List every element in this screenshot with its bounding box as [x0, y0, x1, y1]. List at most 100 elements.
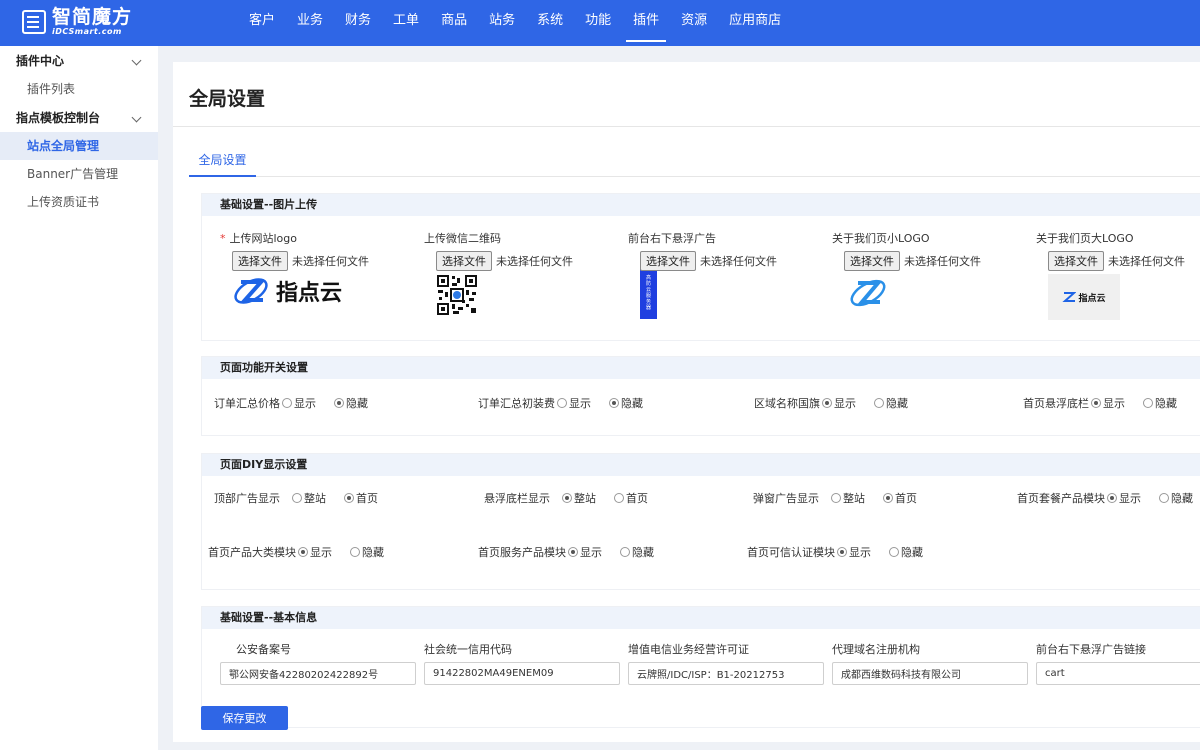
upload-about-small-logo: 关于我们页小LOGO 选择文件 未选择任何文件 [832, 230, 1022, 315]
qr-code-icon [436, 274, 478, 316]
radio-dot [831, 493, 841, 503]
field-credit-code: 社会统一信用代码 [424, 641, 620, 685]
radio-show[interactable]: 显示 [282, 395, 316, 411]
credit-code-input[interactable] [424, 662, 620, 685]
radio-dot [889, 547, 899, 557]
choose-file-button[interactable]: 选择文件 [844, 251, 900, 271]
section-title: 基础设置--图片上传 [202, 194, 1200, 216]
sidebar-group-template-console[interactable]: 指点模板控制台 [0, 104, 158, 132]
field-label: 前台右下悬浮广告链接 [1036, 643, 1146, 656]
radio-site-wide[interactable]: 整站 [292, 490, 326, 506]
radio-dot [334, 398, 344, 408]
function-switch-section: 页面功能开关设置 订单汇总价格 显示 隐藏 订单汇总初装费 显示 隐藏 区域名称… [201, 356, 1200, 436]
sidebar-group-plugin-center[interactable]: 插件中心 [0, 47, 158, 75]
radio-hide[interactable]: 隐藏 [889, 544, 923, 560]
small-logo-preview [848, 274, 1022, 315]
nav-item-business[interactable]: 业务 [286, 0, 334, 46]
upload-about-large-logo: 关于我们页大LOGO 选择文件 未选择任何文件 指点云 [1036, 230, 1200, 320]
sidebar-item-plugin-list[interactable]: 插件列表 [0, 75, 158, 103]
switch-order-price: 订单汇总价格 显示 隐藏 [214, 395, 368, 411]
nav-item-system[interactable]: 系统 [526, 0, 574, 46]
sidebar-item-upload-cert[interactable]: 上传资质证书 [0, 188, 158, 216]
radio-show[interactable]: 显示 [568, 544, 602, 560]
radio-dot [609, 398, 619, 408]
diy-top-ad: 顶部广告显示 整站 首页 [214, 490, 378, 506]
radio-hide[interactable]: 隐藏 [874, 395, 908, 411]
radio-show[interactable]: 显示 [298, 544, 332, 560]
nav-item-tickets[interactable]: 工单 [382, 0, 430, 46]
field-label: 增值电信业务经营许可证 [628, 643, 749, 656]
radio-show[interactable]: 显示 [822, 395, 856, 411]
switch-home-float-bar: 首页悬浮底栏 显示 隐藏 [1023, 395, 1177, 411]
field-telecom-license: 增值电信业务经营许可证 [628, 641, 824, 685]
radio-hide[interactable]: 隐藏 [334, 395, 368, 411]
field-label: 首页产品大类模块 [208, 546, 296, 559]
radio-dot [1091, 398, 1101, 408]
nav-item-finance[interactable]: 财务 [334, 0, 382, 46]
radio-show[interactable]: 显示 [557, 395, 591, 411]
radio-dot [298, 547, 308, 557]
sidebar-item-site-global[interactable]: 站点全局管理 [0, 132, 158, 160]
main-panel: 全局设置 全局设置 基础设置--图片上传 * 上传网站logo 选择文件 未选择任… [173, 62, 1200, 742]
sidebar-group-label: 插件中心 [16, 54, 65, 68]
radio-dot [874, 398, 884, 408]
nav-item-app-store[interactable]: 应用商店 [718, 0, 792, 46]
radio-dot [837, 547, 847, 557]
field-label: 悬浮底栏显示 [484, 492, 550, 505]
radio-dot [822, 398, 832, 408]
radio-show[interactable]: 显示 [1107, 490, 1141, 506]
sidebar: 插件中心 插件列表 指点模板控制台 站点全局管理 Banner广告管理 上传资质… [0, 46, 158, 750]
float-ad-text: 高防云服务器 [645, 275, 651, 311]
upload-label: 关于我们页大LOGO [1036, 232, 1134, 245]
radio-dot [282, 398, 292, 408]
large-logo-preview: 指点云 [1048, 274, 1120, 320]
radio-site-wide[interactable]: 整站 [562, 490, 596, 506]
field-label: 顶部广告显示 [214, 492, 280, 505]
nav-item-products[interactable]: 商品 [430, 0, 478, 46]
telecom-license-input[interactable] [628, 662, 824, 685]
radio-show[interactable]: 显示 [837, 544, 871, 560]
radio-home-only[interactable]: 首页 [614, 490, 648, 506]
nav-item-customers[interactable]: 客户 [238, 0, 286, 46]
radio-site-wide[interactable]: 整站 [831, 490, 865, 506]
diy-home-trust: 首页可信认证模块 显示 隐藏 [747, 544, 923, 560]
choose-file-button[interactable]: 选择文件 [232, 251, 288, 271]
radio-dot [614, 493, 624, 503]
site-logo-preview: 指点云 [232, 274, 410, 308]
radio-home-only[interactable]: 首页 [344, 490, 378, 506]
choose-file-button[interactable]: 选择文件 [1048, 251, 1104, 271]
police-record-input[interactable] [220, 662, 416, 685]
nav-item-plugins[interactable]: 插件 [622, 0, 670, 46]
diy-home-service: 首页服务产品模块 显示 隐藏 [478, 544, 654, 560]
radio-hide[interactable]: 隐藏 [350, 544, 384, 560]
radio-hide[interactable]: 隐藏 [1143, 395, 1177, 411]
save-button[interactable]: 保存更改 [201, 706, 288, 730]
section-title: 页面功能开关设置 [202, 357, 1200, 379]
upload-label: 前台右下悬浮广告 [628, 232, 716, 245]
no-file-text: 未选择任何文件 [496, 255, 573, 268]
diy-float-bar: 悬浮底栏显示 整站 首页 [484, 490, 648, 506]
radio-hide[interactable]: 隐藏 [620, 544, 654, 560]
choose-file-button[interactable]: 选择文件 [640, 251, 696, 271]
nav-item-resources[interactable]: 资源 [670, 0, 718, 46]
radio-show[interactable]: 显示 [1091, 395, 1125, 411]
brand-mark-icon [22, 10, 46, 34]
field-police-record: 公安备案号 [220, 641, 416, 685]
tab-global-settings[interactable]: 全局设置 [189, 148, 256, 177]
radio-dot [562, 493, 572, 503]
domain-registrar-input[interactable] [832, 662, 1028, 685]
radio-hide[interactable]: 隐藏 [609, 395, 643, 411]
nav-item-features[interactable]: 功能 [574, 0, 622, 46]
radio-home-only[interactable]: 首页 [883, 490, 917, 506]
radio-hide[interactable]: 隐藏 [1159, 490, 1193, 506]
field-label: 订单汇总价格 [214, 397, 280, 410]
choose-file-button[interactable]: 选择文件 [436, 251, 492, 271]
switch-order-setup-fee: 订单汇总初装费 显示 隐藏 [478, 395, 643, 411]
brand-logo[interactable]: 智简魔方 iDCSmart.com [22, 8, 132, 36]
nav-item-site[interactable]: 站务 [478, 0, 526, 46]
float-ad-link-input[interactable] [1036, 662, 1200, 685]
sidebar-item-banner-ads[interactable]: Banner广告管理 [0, 160, 158, 188]
main-nav: 客户 业务 财务 工单 商品 站务 系统 功能 插件 资源 应用商店 [238, 0, 792, 46]
logo-wordmark: 指点云 [1078, 293, 1106, 304]
page-title: 全局设置 [189, 88, 266, 110]
